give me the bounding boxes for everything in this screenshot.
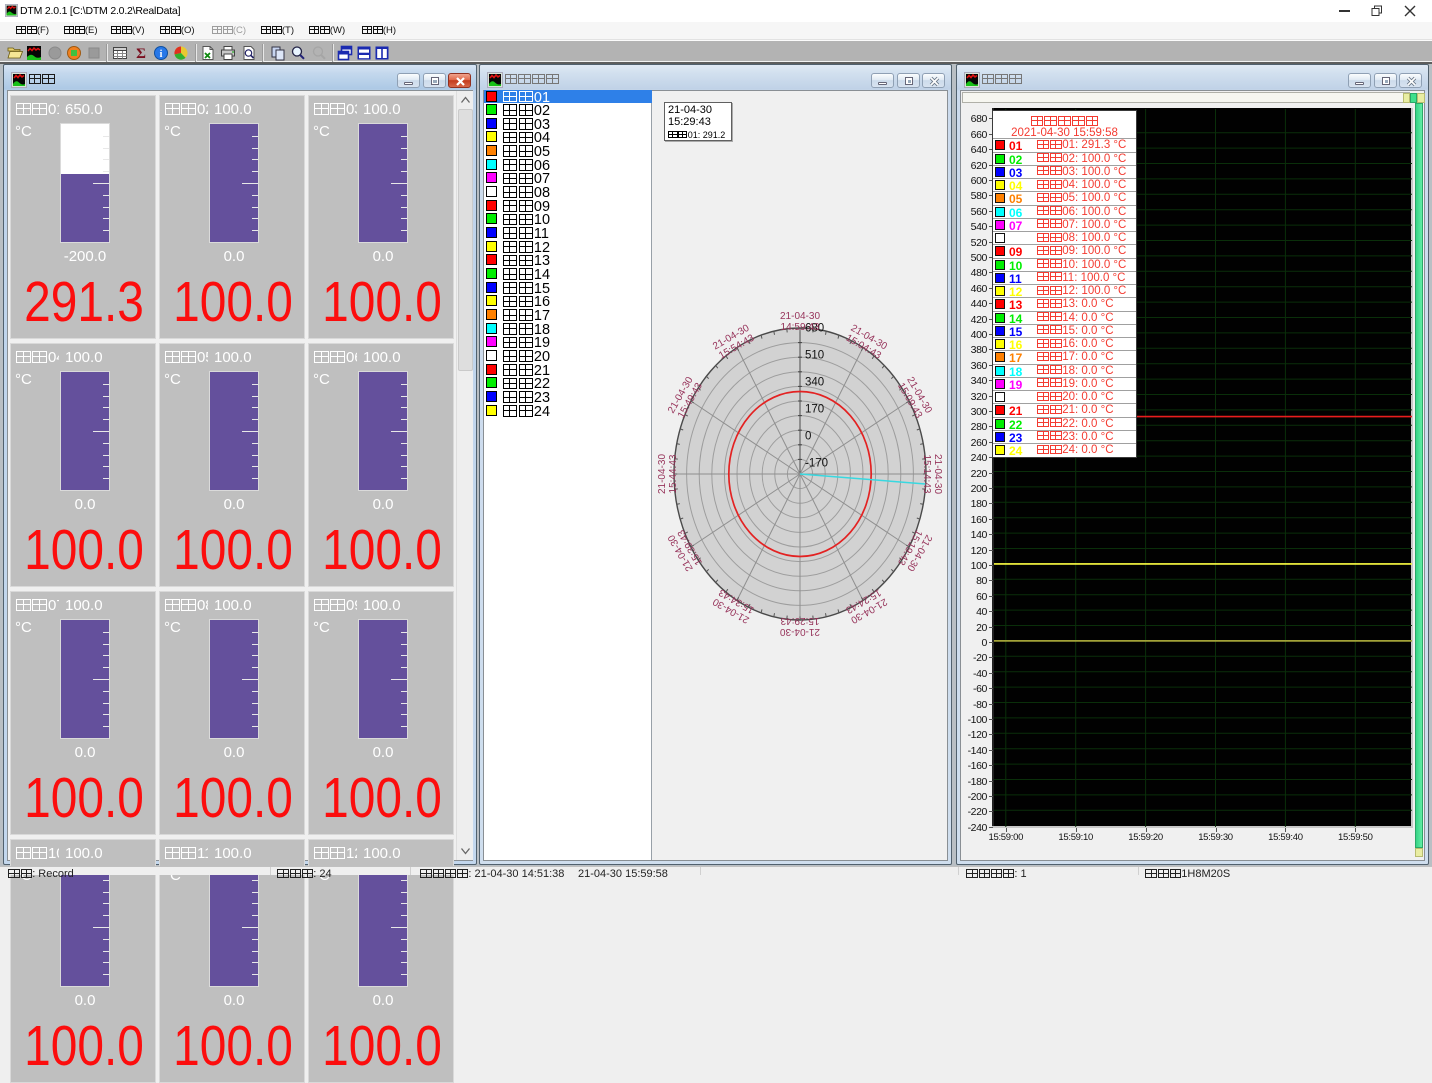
svg-text:14:59:43: 14:59:43 bbox=[781, 322, 820, 333]
svg-text:15:29:43: 15:29:43 bbox=[780, 615, 819, 626]
svg-text:340: 340 bbox=[805, 377, 824, 389]
svg-text:15:44:43: 15:44:43 bbox=[668, 454, 679, 493]
svg-text:-170: -170 bbox=[805, 457, 828, 469]
svg-text:21-04-30: 21-04-30 bbox=[657, 454, 668, 494]
svg-text:510: 510 bbox=[805, 350, 824, 362]
svg-text:21-04-30: 21-04-30 bbox=[780, 311, 820, 322]
svg-text:Σ: Σ bbox=[136, 46, 146, 61]
svg-text:21-04-30: 21-04-30 bbox=[932, 454, 943, 494]
svg-text:21-04-30: 21-04-30 bbox=[780, 626, 820, 637]
svg-text:170: 170 bbox=[805, 403, 824, 415]
svg-text:i: i bbox=[160, 49, 163, 60]
svg-text:0: 0 bbox=[805, 430, 811, 442]
svg-text:15:14:43: 15:14:43 bbox=[921, 455, 932, 494]
